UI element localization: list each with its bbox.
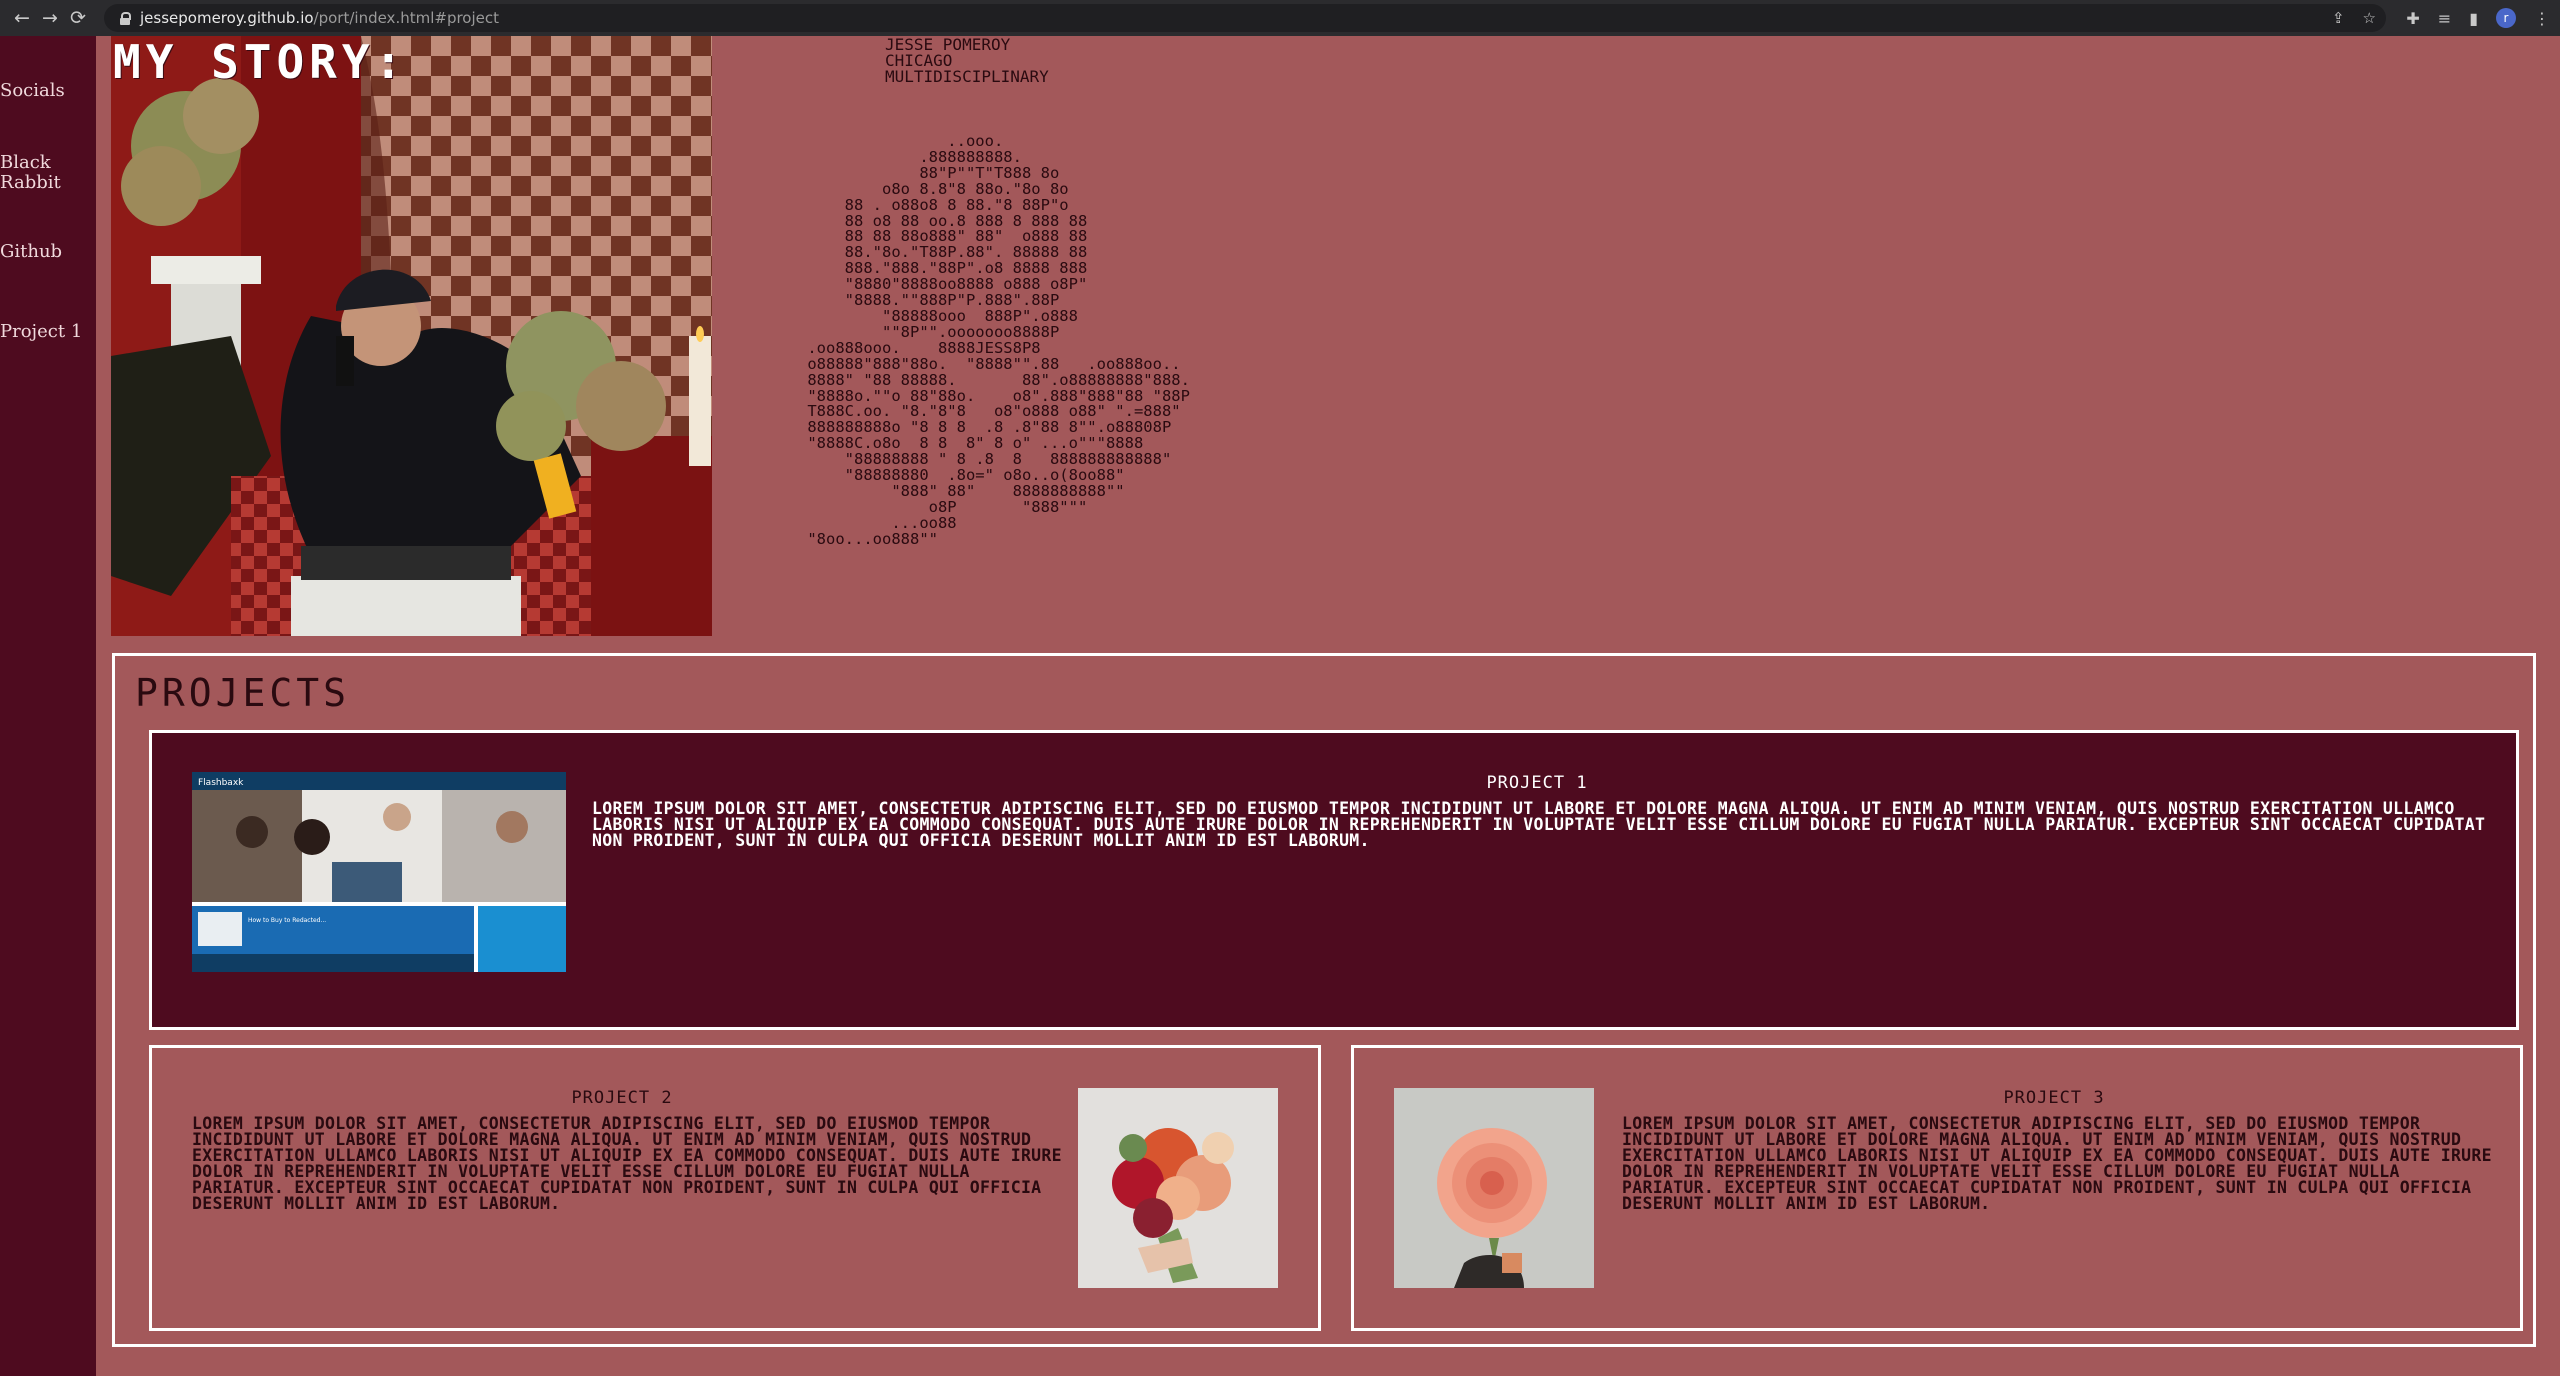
bio-text: JESSE POMEROY CHICAGO MULTIDISCIPLINARY [885, 35, 1049, 86]
projects-section: PROJECTS Flashbaxk How to Buy to Redacte… [112, 653, 2536, 1347]
project-1-description: LOREM IPSUM DOLOR SIT AMET, CONSECTETUR … [592, 799, 2486, 850]
address-bar[interactable]: jessepomeroy.github.io/port/index.html#p… [104, 4, 2386, 32]
project-3-title: PROJECT 3 [2003, 1088, 2105, 1108]
project-2-image-bouquet[interactable] [1078, 1088, 1278, 1288]
svg-text:How to Buy to Redacted...: How to Buy to Redacted... [248, 917, 326, 924]
sidebar-item-project-1[interactable]: Project 1 [0, 322, 90, 342]
project-3-image-ranunculus[interactable] [1394, 1088, 1594, 1288]
project-1-thumbnail[interactable]: Flashbaxk How to Buy to Redacted... [192, 772, 566, 972]
back-icon[interactable]: ← [8, 7, 36, 29]
profile-avatar[interactable]: r [2496, 8, 2516, 28]
thumb-brand: Flashbaxk [198, 778, 244, 788]
sidebar-nav: Socials Black Rabbit Github Project 1 [0, 36, 96, 1376]
project-3-description: LOREM IPSUM DOLOR SIT AMET, CONSECTETUR … [1622, 1114, 2492, 1213]
share-icon[interactable]: ⇪ [2332, 9, 2345, 27]
project-3-card[interactable]: PROJECT 3 LOREM IPSUM DOLOR SIT AMET, CO… [1351, 1045, 2523, 1331]
project-2-description: LOREM IPSUM DOLOR SIT AMET, CONSECTETUR … [192, 1114, 1062, 1213]
ascii-art-portrait: ..ooo. .888888888. 88"P""T"T888 8o o8o 8… [807, 132, 1190, 548]
bookmark-star-icon[interactable]: ☆ [2363, 9, 2376, 27]
project-2-card[interactable]: PROJECT 2 LOREM IPSUM DOLOR SIT AMET, CO… [149, 1045, 1321, 1331]
url-host: jessepomeroy.github.io [140, 9, 314, 27]
sidebar-item-black-rabbit[interactable]: Black Rabbit [0, 153, 61, 193]
sidebar-item-socials[interactable]: Socials [0, 81, 90, 101]
reload-icon[interactable]: ⟳ [64, 7, 92, 29]
lock-icon[interactable] [120, 12, 131, 25]
profile-photo [111, 36, 712, 636]
reading-list-icon[interactable]: ≡ [2438, 9, 2451, 28]
projects-heading: PROJECTS [135, 671, 351, 715]
forward-icon[interactable]: → [36, 7, 64, 29]
project-1-card[interactable]: Flashbaxk How to Buy to Redacted... PROJ… [149, 730, 2519, 1030]
side-panel-icon[interactable]: ▮ [2469, 9, 2478, 28]
browser-toolbar: ← → ⟳ jessepomeroy.github.io/port/index.… [0, 0, 2560, 36]
story-title: MY STORY: [113, 35, 408, 89]
extensions-icon[interactable]: ✚ [2406, 9, 2419, 28]
project-2-title: PROJECT 2 [571, 1088, 673, 1108]
url-path: /port/index.html#project [313, 9, 500, 27]
sidebar-item-github[interactable]: Github [0, 242, 90, 262]
menu-icon[interactable]: ⋮ [2534, 9, 2550, 28]
project-1-title: PROJECT 1 [1486, 773, 1588, 793]
